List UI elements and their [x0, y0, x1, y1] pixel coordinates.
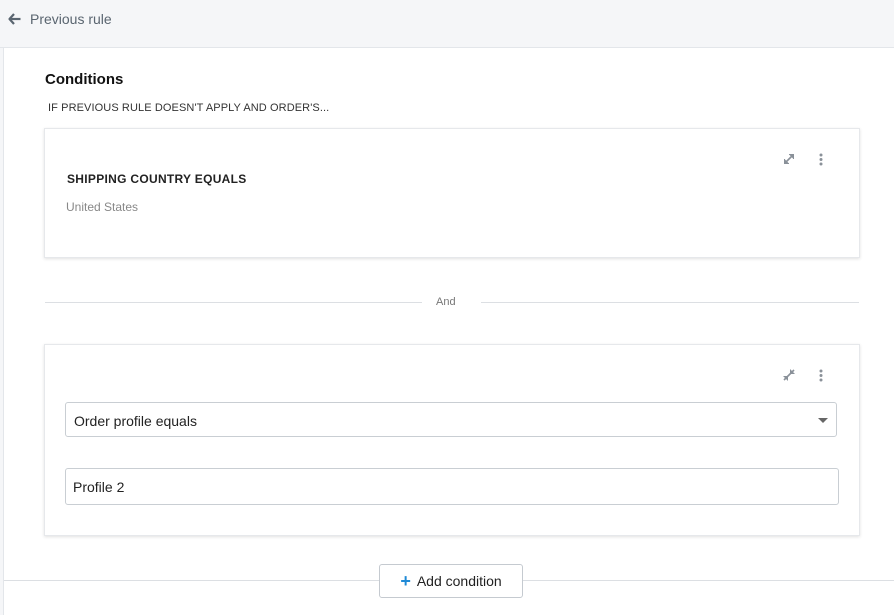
section-title: Conditions	[45, 71, 124, 88]
card-actions	[781, 367, 829, 383]
condition-card-expanded: Order profile equals	[44, 344, 860, 536]
condition-title: SHIPPING COUNTRY EQUALS	[67, 172, 247, 186]
previous-rule-link[interactable]: Previous rule	[8, 10, 112, 28]
condition-card-collapsed[interactable]: SHIPPING COUNTRY EQUALS United States	[44, 128, 860, 258]
more-vertical-icon[interactable]	[813, 367, 829, 383]
caret-down-icon	[818, 418, 828, 423]
more-vertical-icon[interactable]	[813, 151, 829, 167]
card-actions	[781, 151, 829, 167]
add-condition-button[interactable]: + Add condition	[379, 564, 523, 598]
add-condition-label: Add condition	[416, 573, 502, 589]
top-bar: Previous rule	[0, 0, 894, 48]
collapse-icon[interactable]	[781, 367, 797, 383]
condition-value-input[interactable]	[65, 468, 839, 505]
condition-value: United States	[66, 200, 139, 214]
plus-icon: +	[400, 571, 411, 591]
conditions-panel: Conditions IF PREVIOUS RULE DOESN'T APPL…	[3, 48, 894, 615]
arrow-left-icon	[8, 13, 21, 25]
expand-icon[interactable]	[781, 151, 797, 167]
section-subtitle: IF PREVIOUS RULE DOESN'T APPLY AND ORDER…	[48, 102, 330, 114]
condition-type-value: Order profile equals	[74, 413, 197, 429]
and-connector: And	[436, 296, 456, 308]
previous-rule-label: Previous rule	[30, 11, 112, 27]
divider-left	[45, 302, 422, 303]
condition-type-select[interactable]: Order profile equals	[65, 402, 837, 437]
divider-right	[481, 302, 859, 303]
